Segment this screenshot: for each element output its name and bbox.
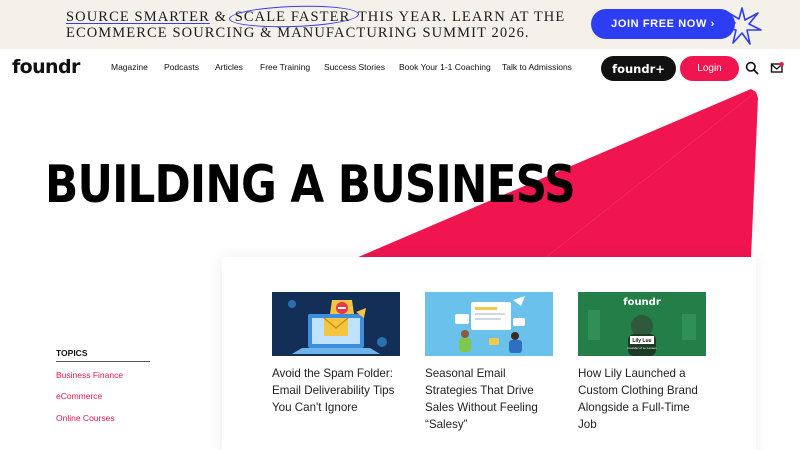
promo-banner: SOURCE SMARTER & SCALE FASTER THIS YEAR.… [0,0,800,49]
promo-circled-text: SCALE FASTER [232,9,354,25]
article-card[interactable]: Seasonal Email Strategies That Drive Sal… [425,292,553,433]
main-nav: foundr Magazine Podcasts Articles Free T… [0,49,800,89]
article-card[interactable]: Avoid the Spam Folder: Email Deliverabil… [272,292,400,416]
article-thumbnail: foundr Lily Luu Founder of Lu Lenses [578,292,706,356]
article-card[interactable]: foundr Lily Luu Founder of Lu Lenses How… [578,292,706,433]
nav-item-podcasts[interactable]: Podcasts [164,62,199,72]
article-thumbnail [272,292,400,356]
nav-item-success-stories[interactable]: Success Stories [324,62,385,72]
topics-heading: TOPICS [56,348,150,362]
starburst-icon [722,7,762,45]
login-button[interactable]: Login [680,56,739,81]
nav-item-admissions[interactable]: Talk to Admissions [502,62,572,72]
nav-item-coaching[interactable]: Book Your 1-1 Coaching [399,62,491,72]
article-title[interactable]: Seasonal Email Strategies That Drive Sal… [425,365,553,433]
thumbnail-role: Founder of Lu Lenses [627,346,657,350]
promo-text: SOURCE SMARTER & SCALE FASTER THIS YEAR.… [66,9,565,41]
topic-link-online-courses[interactable]: Online Courses [56,413,115,423]
article-thumbnail [425,292,553,356]
nav-item-free-training[interactable]: Free Training [260,62,310,72]
nav-item-magazine[interactable]: Magazine [111,62,148,72]
foundr-logo[interactable]: foundr [12,56,80,78]
inbox-icon[interactable] [770,61,784,75]
promo-line-2: ECOMMERCE SOURCING & MANUFACTURING SUMMI… [66,25,530,41]
promo-line-1-rest: THIS YEAR. LEARN AT THE [353,9,566,25]
thumbnail-name: Lily Luu [632,338,651,344]
page-title: BUILDING A BUSINESS [45,155,576,215]
nav-item-articles[interactable]: Articles [215,62,243,72]
thumbnail-logo: foundr [623,297,661,308]
topic-link-ecommerce[interactable]: eCommerce [56,391,102,401]
article-title[interactable]: Avoid the Spam Folder: Email Deliverabil… [272,365,400,416]
promo-underlined-text: SOURCE SMARTER [66,9,210,25]
join-free-button[interactable]: JOIN FREE NOW › [591,9,735,39]
article-title[interactable]: How Lily Launched a Custom Clothing Bran… [578,365,706,433]
promo-line-1: SOURCE SMARTER & SCALE FASTER THIS YEAR.… [66,9,565,25]
foundr-plus-button[interactable]: foundr+ [601,56,676,81]
search-icon[interactable] [745,61,759,75]
topic-link-business-finance[interactable]: Business Finance [56,370,123,380]
